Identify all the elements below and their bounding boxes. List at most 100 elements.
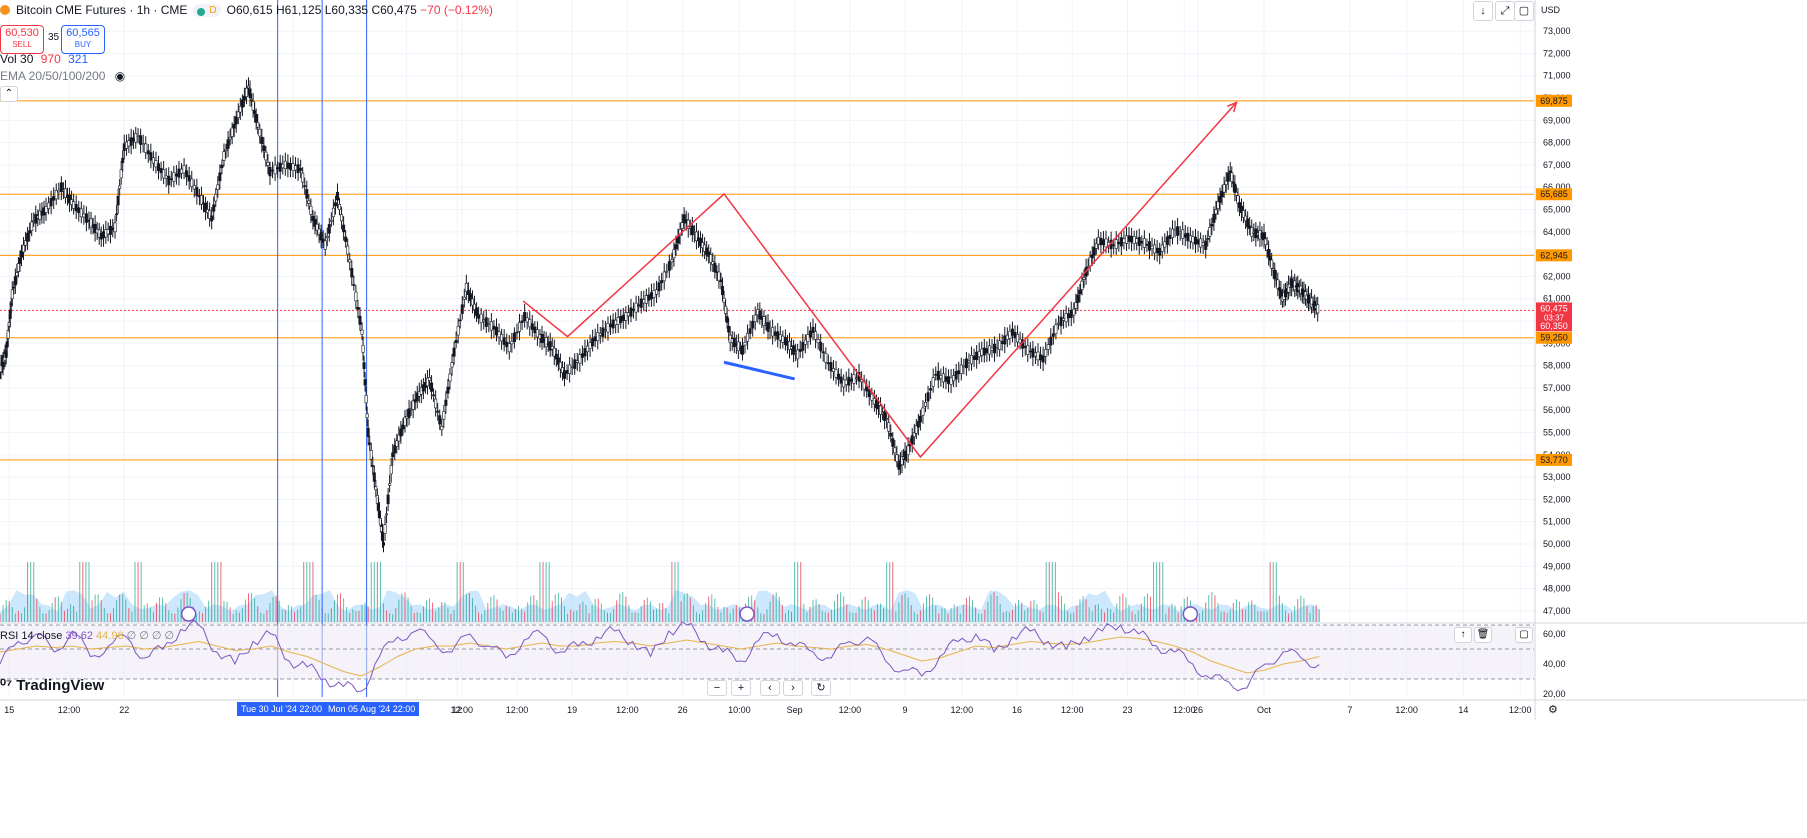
candle-body xyxy=(1031,348,1035,358)
candle-body xyxy=(1069,309,1073,318)
candle-body xyxy=(606,322,610,333)
candle-body xyxy=(736,341,740,352)
candle-body xyxy=(834,369,838,378)
candle-body xyxy=(190,178,194,187)
currency-label[interactable]: USD xyxy=(1541,5,1560,15)
candle-body xyxy=(365,413,369,418)
support-trend-line[interactable] xyxy=(723,360,795,381)
candle-body xyxy=(837,373,841,380)
candle-body xyxy=(1234,192,1238,196)
candle-body xyxy=(372,472,376,482)
candle-body xyxy=(146,150,150,155)
x-tick-label: 12:00 xyxy=(951,705,974,715)
candle-body xyxy=(271,169,275,172)
pattern-drawing-line[interactable] xyxy=(522,101,1237,459)
eye-hidden-icon[interactable]: ◉ xyxy=(115,69,125,83)
rsi-legend[interactable]: RSI 14 close 39.62 44.96 ∅ ∅ ∅ ∅ xyxy=(0,629,174,642)
candle-body xyxy=(959,364,963,374)
candle-body xyxy=(210,215,214,222)
candle-body xyxy=(26,233,30,242)
candle-body xyxy=(544,337,548,347)
candle-body xyxy=(847,376,851,386)
candle-body xyxy=(982,347,986,356)
candle-body xyxy=(611,319,615,329)
candle-body xyxy=(1033,352,1037,357)
candle-body xyxy=(134,133,138,143)
candle-body xyxy=(399,428,403,437)
candle-body xyxy=(803,339,807,345)
candle-body xyxy=(887,422,891,432)
candle-body xyxy=(1150,245,1154,249)
candle-body xyxy=(383,524,387,534)
candle-body xyxy=(159,167,163,174)
fullscreen-icon[interactable]: ▢ xyxy=(1514,1,1534,21)
candle-body xyxy=(619,316,623,324)
candle-body xyxy=(931,377,935,387)
tradingview-logo[interactable]: ⁰⁷ TradingView xyxy=(0,676,104,695)
candle-body xyxy=(1013,332,1017,339)
current-price-label: 60,475 xyxy=(1540,303,1568,313)
candle-body xyxy=(865,386,869,392)
candle-body xyxy=(386,494,390,505)
candle-body xyxy=(583,348,587,357)
candle-body xyxy=(580,353,584,358)
x-tick-label: 12:00 xyxy=(506,705,529,715)
candle-body xyxy=(1003,335,1007,345)
candle-body xyxy=(454,340,458,343)
candle-body xyxy=(262,145,266,152)
buy-button[interactable]: 60,565 BUY xyxy=(61,25,105,54)
zoom-in-icon[interactable]: + xyxy=(731,680,751,696)
candle-body xyxy=(240,99,244,108)
candle-body xyxy=(975,351,979,361)
scroll-left-icon[interactable]: ‹ xyxy=(760,680,780,696)
event-marker-icon[interactable] xyxy=(1182,606,1199,622)
volume-legend[interactable]: Vol 30 970 321 xyxy=(0,52,88,66)
candle-body xyxy=(1117,241,1121,245)
candle-body xyxy=(727,325,731,333)
y-tick-label: 61,000 xyxy=(1543,294,1571,304)
symbol-title[interactable]: Bitcoin CME Futures · 1h · CME xyxy=(16,3,187,17)
candle-body xyxy=(1178,231,1182,234)
ema-legend[interactable]: EMA 20/50/100/200 ◉ xyxy=(0,69,125,83)
candle-body xyxy=(1165,236,1169,245)
reset-chart-icon[interactable]: ↻ xyxy=(811,680,831,696)
y-tick-label: 51,000 xyxy=(1543,517,1571,527)
y-tick-label: 57,000 xyxy=(1543,383,1571,393)
x-tick-label: 7 xyxy=(1347,705,1352,715)
candle-body xyxy=(639,298,643,308)
data-status-pill[interactable]: D xyxy=(193,3,221,17)
candle-body xyxy=(1046,344,1050,350)
zoom-out-icon[interactable]: − xyxy=(707,680,727,696)
candle-body xyxy=(77,207,81,214)
candle-body xyxy=(167,175,171,186)
maximize-icon[interactable]: ⤢ xyxy=(1495,1,1515,21)
settings-icon[interactable]: ⚙ xyxy=(1548,703,1558,716)
candle-body xyxy=(374,486,378,491)
event-marker-icon[interactable] xyxy=(739,606,755,622)
arrow-up-icon[interactable]: ↑ xyxy=(1454,627,1472,643)
sell-button[interactable]: 60,530 SELL xyxy=(0,25,44,54)
x-tick-label: 16 xyxy=(1012,705,1022,715)
candle-body xyxy=(72,201,76,209)
candle-body xyxy=(278,162,282,172)
x-tick-label: 9 xyxy=(903,705,908,715)
candle-body xyxy=(1276,279,1280,289)
candle-body xyxy=(497,331,501,338)
fullscreen-icon[interactable]: ▢ xyxy=(1515,627,1533,643)
candle-body xyxy=(672,249,676,259)
candle-body xyxy=(456,325,460,336)
x-tick-label: Sep xyxy=(787,705,803,715)
candle-body xyxy=(1158,248,1162,256)
rsi-ma-value: 44.96 xyxy=(96,630,124,642)
event-marker-icon[interactable] xyxy=(180,606,197,622)
trash-icon[interactable]: 🗑 xyxy=(1474,627,1492,643)
scroll-right-icon[interactable]: › xyxy=(783,680,803,696)
arrow-down-icon[interactable]: ↓ xyxy=(1473,1,1493,21)
candle-body xyxy=(1201,242,1205,246)
candle-body xyxy=(593,336,597,342)
chevron-up-icon[interactable]: ⌃ xyxy=(0,86,18,102)
candle-body xyxy=(1199,238,1203,248)
ohlc-low: L60,335 xyxy=(324,3,369,17)
candle-body xyxy=(831,368,835,373)
ema-label: EMA 20/50/100/200 xyxy=(0,69,106,83)
